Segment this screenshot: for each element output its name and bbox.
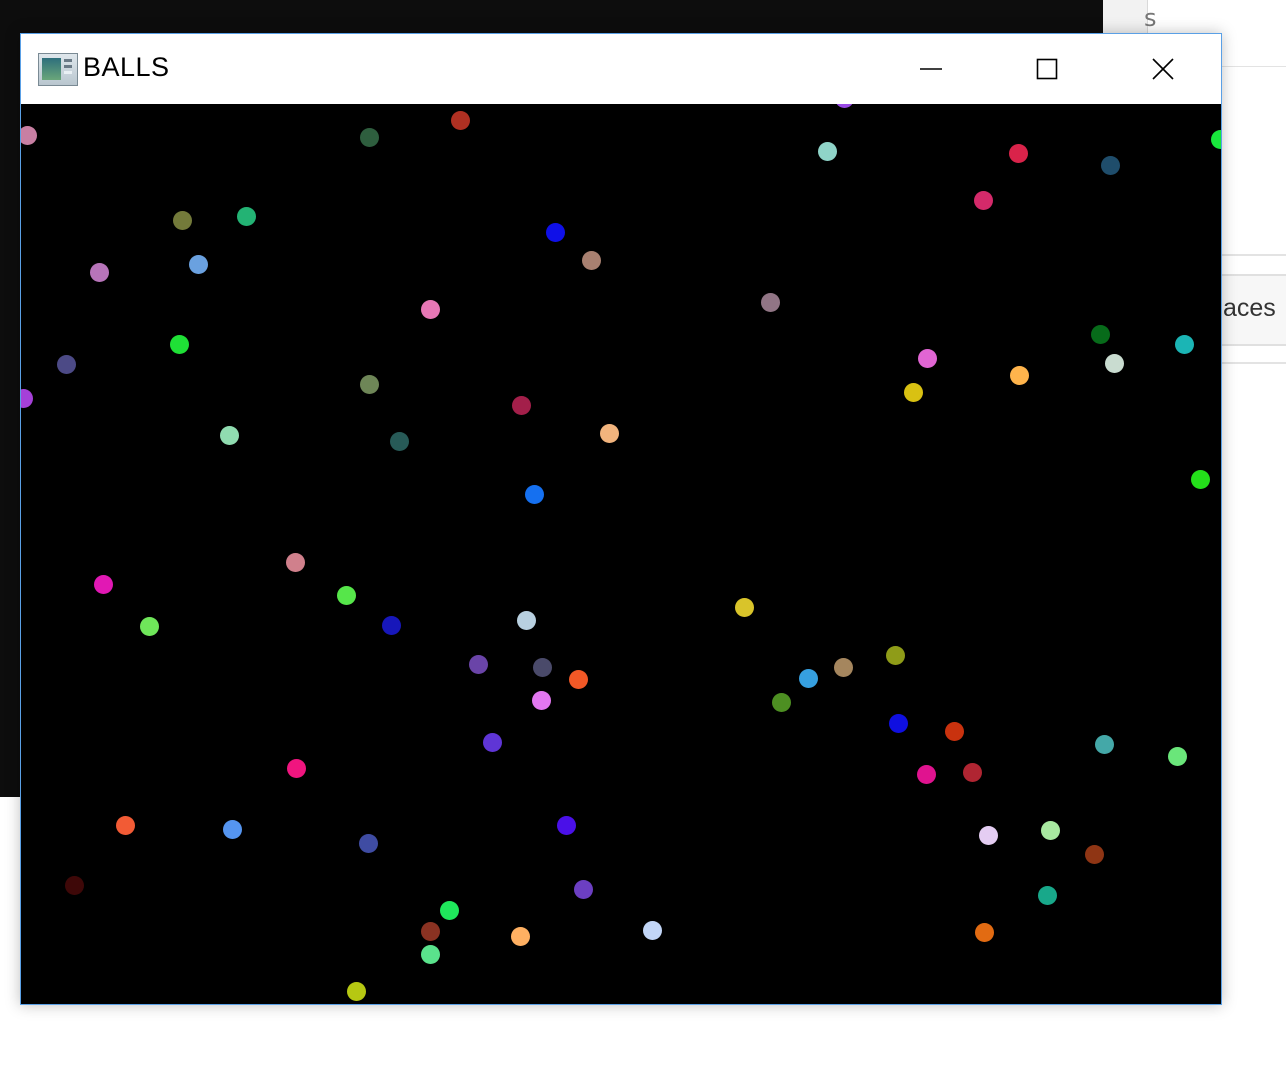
minimize-icon — [920, 68, 942, 70]
ball — [93, 574, 113, 594]
ball-canvas[interactable] — [21, 104, 1221, 1004]
ball — [511, 395, 531, 415]
ball — [1040, 820, 1060, 840]
ball — [1100, 155, 1120, 175]
ball — [974, 922, 994, 942]
maximize-button[interactable] — [989, 34, 1105, 104]
ball — [346, 981, 366, 1001]
ball — [962, 762, 982, 782]
ball — [568, 669, 588, 689]
ball — [734, 597, 754, 617]
ball — [599, 423, 619, 443]
title-bar[interactable]: BALLS — [21, 34, 1221, 104]
window-title: BALLS — [83, 52, 170, 82]
ball — [1174, 334, 1194, 354]
close-icon — [1152, 58, 1174, 80]
app-icon-detail — [64, 65, 72, 68]
ball — [389, 431, 409, 451]
ball — [903, 382, 923, 402]
ball — [420, 921, 440, 941]
ball — [978, 825, 998, 845]
ball — [359, 127, 379, 147]
ball — [834, 104, 854, 108]
balls-window[interactable]: BALLS — [20, 33, 1222, 1005]
ball — [973, 190, 993, 210]
ball — [64, 875, 84, 895]
ball — [1008, 143, 1028, 163]
ball — [236, 206, 256, 226]
ball — [188, 254, 208, 274]
maximize-icon — [1036, 58, 1058, 80]
ball — [1094, 734, 1114, 754]
ball — [642, 920, 662, 940]
app-icon-detail — [64, 71, 72, 74]
ball — [532, 657, 552, 677]
ball — [336, 585, 356, 605]
minimize-button[interactable] — [873, 34, 989, 104]
ball — [219, 425, 239, 445]
ball — [222, 819, 242, 839]
ball — [573, 879, 593, 899]
ball — [885, 645, 905, 665]
background-partial-label[interactable]: aces — [1223, 294, 1276, 323]
ball — [115, 815, 135, 835]
ball — [172, 210, 192, 230]
ball — [760, 292, 780, 312]
ball — [798, 668, 818, 688]
ball — [524, 484, 544, 504]
ball — [1210, 129, 1221, 149]
ball — [1009, 365, 1029, 385]
ball — [817, 141, 837, 161]
ball — [139, 616, 159, 636]
ball — [381, 615, 401, 635]
ball — [1190, 469, 1210, 489]
ball — [1104, 353, 1124, 373]
app-icon-screen — [42, 58, 61, 80]
ball — [1090, 324, 1110, 344]
ball — [510, 926, 530, 946]
background-partial-text: s — [1144, 4, 1157, 32]
ball — [916, 764, 936, 784]
ball — [420, 299, 440, 319]
ball — [944, 721, 964, 741]
ball — [1037, 885, 1057, 905]
ball — [359, 374, 379, 394]
ball — [358, 833, 378, 853]
ball — [1167, 746, 1187, 766]
ball — [581, 250, 601, 270]
ball — [482, 732, 502, 752]
ball — [771, 692, 791, 712]
app-window-icon[interactable] — [38, 53, 78, 86]
app-icon-detail — [64, 59, 72, 62]
ball — [516, 610, 536, 630]
ball — [556, 815, 576, 835]
ball — [468, 654, 488, 674]
ball — [89, 262, 109, 282]
ball — [1084, 844, 1104, 864]
close-button[interactable] — [1105, 34, 1221, 104]
ball — [439, 900, 459, 920]
ball — [286, 758, 306, 778]
ball — [21, 125, 37, 145]
ball — [531, 690, 551, 710]
ball — [420, 944, 440, 964]
ball — [917, 348, 937, 368]
ball — [888, 713, 908, 733]
ball — [56, 354, 76, 374]
ball — [21, 388, 33, 408]
ball — [833, 657, 853, 677]
ball — [169, 334, 189, 354]
ball — [545, 222, 565, 242]
ball — [285, 552, 305, 572]
ball — [450, 110, 470, 130]
